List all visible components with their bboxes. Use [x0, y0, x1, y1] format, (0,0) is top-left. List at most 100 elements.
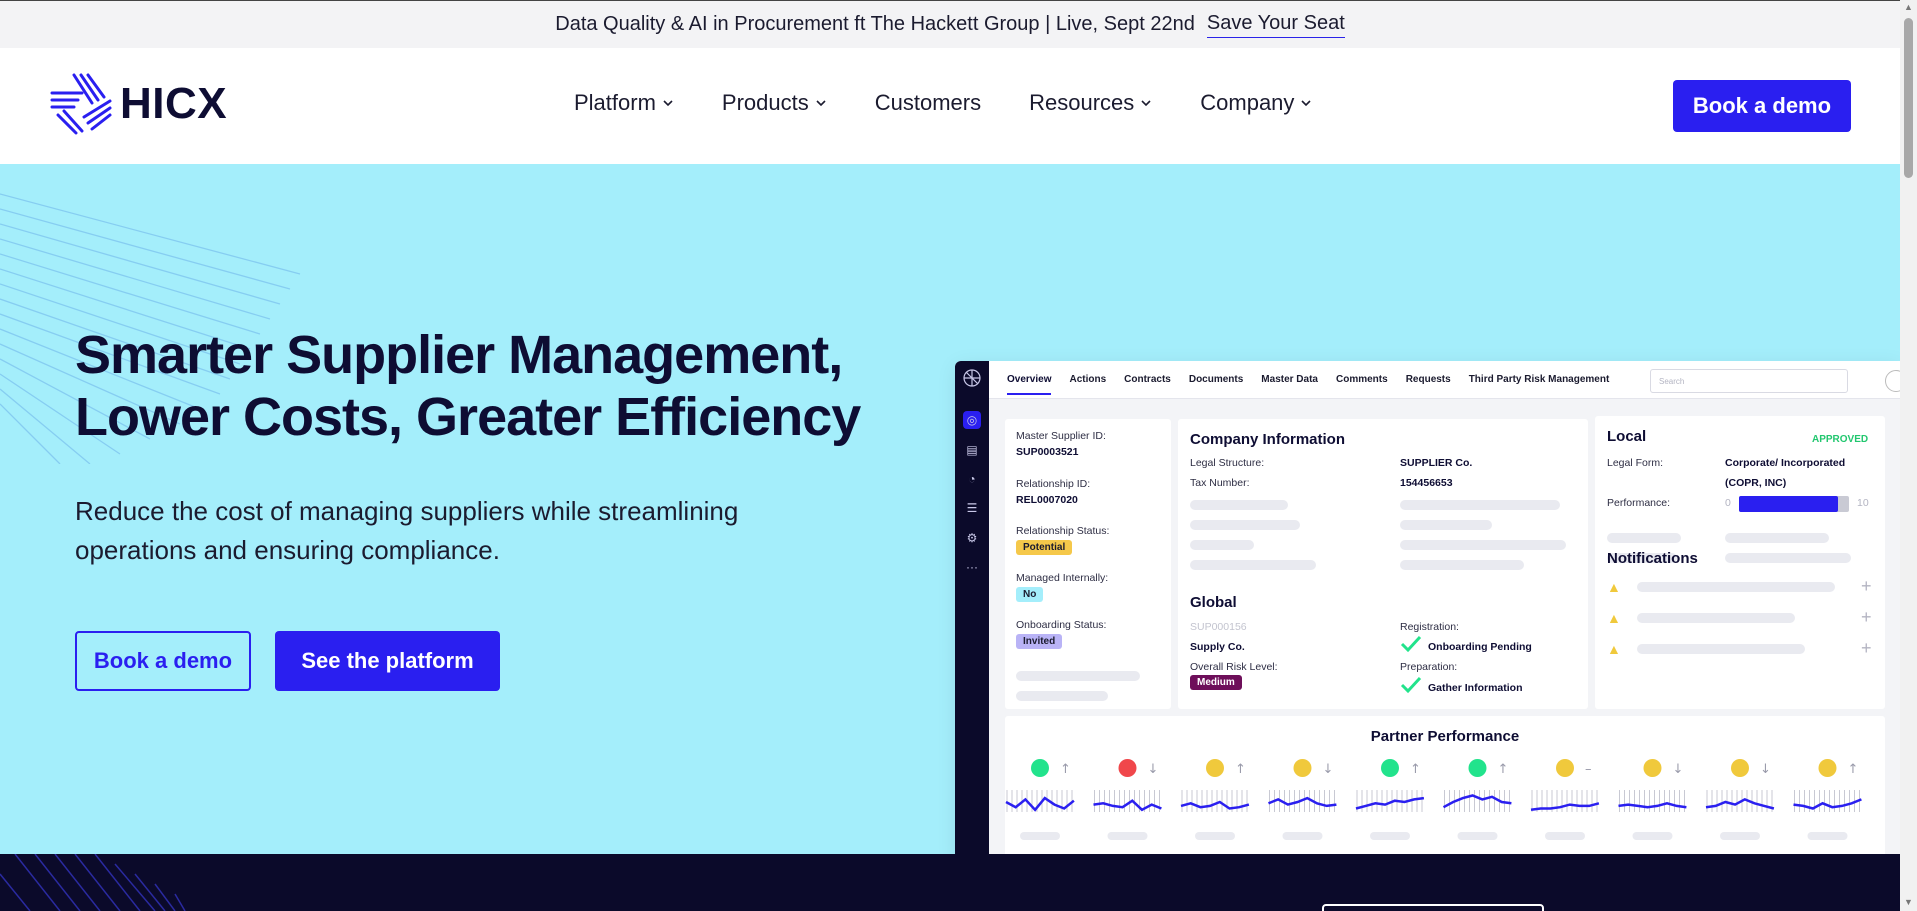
footer-button-outline[interactable]	[1322, 904, 1544, 911]
performance-max: 10	[1857, 497, 1869, 509]
partner-item: ↓	[1618, 759, 1687, 840]
book-demo-nav-button[interactable]: Book a demo	[1673, 80, 1851, 132]
status-dot	[1731, 759, 1749, 777]
registration-label: Registration:	[1400, 621, 1459, 633]
partner-item: ↑	[1442, 759, 1512, 840]
hero-section: Smarter Supplier Management, Lower Costs…	[0, 164, 1900, 854]
sparkline	[1268, 796, 1337, 808]
more-icon[interactable]: ···	[963, 558, 981, 576]
sparkline	[1093, 799, 1162, 812]
legal-structure-label: Legal Structure:	[1190, 457, 1265, 469]
tax-number-label: Tax Number:	[1190, 477, 1250, 489]
save-seat-link[interactable]: Save Your Seat	[1206, 12, 1345, 38]
nav-item-platform[interactable]: Platform	[574, 90, 674, 116]
partner-item: ↑	[1793, 759, 1862, 840]
scroll-down-icon[interactable]: ▼	[1904, 897, 1913, 907]
hicx-logo-icon	[50, 73, 112, 135]
notifications-card: Notifications ▲ + ▲ + ▲ +	[1595, 538, 1885, 709]
sparkline	[1618, 802, 1687, 809]
trend-arrow-icon: ↓	[1760, 762, 1771, 777]
status-dot	[1293, 759, 1312, 777]
relationship-status-label: Relationship Status:	[1016, 525, 1110, 537]
preparation-label: Preparation:	[1400, 661, 1458, 673]
sparkline	[1442, 794, 1512, 809]
book-demo-button[interactable]: Book a demo	[75, 631, 251, 691]
announcement-banner: Data Quality & AI in Procurement ft The …	[0, 0, 1900, 48]
status-dot	[1556, 759, 1574, 777]
tab-third-party-risk[interactable]: Third Party Risk Management	[1469, 374, 1610, 395]
nav-menu: Platform Products Customers Resources Co…	[574, 90, 1312, 116]
performance-label: Performance:	[1607, 497, 1671, 509]
tax-number-value: 154456653	[1400, 477, 1453, 489]
trend-arrow-icon: –	[1585, 762, 1592, 777]
sparkline	[1793, 798, 1862, 810]
status-dot	[1381, 759, 1399, 777]
managed-badge: No	[1016, 587, 1044, 602]
plus-icon[interactable]: +	[1861, 607, 1872, 628]
onboarding-status-label: Onboarding Status:	[1016, 619, 1107, 631]
sparkline	[1705, 798, 1775, 810]
partner-item: ↓	[1268, 759, 1337, 840]
trend-arrow-icon: ↑	[1848, 762, 1859, 777]
tab-contracts[interactable]: Contracts	[1124, 374, 1171, 395]
app-sidebar: ◎ ▤ ◔ ☰ ⚙ ···	[955, 361, 989, 854]
see-platform-button[interactable]: See the platform	[275, 631, 500, 691]
partner-performance-title: Partner Performance	[1370, 728, 1520, 745]
plus-icon[interactable]: +	[1861, 576, 1872, 597]
tab-comments[interactable]: Comments	[1336, 374, 1388, 395]
global-title: Global	[1190, 594, 1237, 611]
tab-actions[interactable]: Actions	[1069, 374, 1106, 395]
company-info-title: Company Information	[1190, 431, 1346, 448]
nav-item-company[interactable]: Company	[1200, 90, 1312, 116]
hero-title-line1: Smarter Supplier Management,	[75, 325, 843, 385]
relationship-id-value: REL0007020	[1016, 494, 1078, 506]
logo[interactable]: HICX	[48, 73, 227, 135]
checklist-icon[interactable]: ☰	[963, 499, 981, 517]
tab-master-data[interactable]: Master Data	[1261, 374, 1318, 395]
trend-arrow-icon: ↓	[1673, 762, 1684, 777]
approved-badge: APPROVED	[1812, 434, 1869, 445]
book-icon[interactable]: ▤	[963, 441, 981, 459]
partner-item: –	[1530, 759, 1600, 840]
tab-documents[interactable]: Documents	[1189, 374, 1243, 395]
partner-item: ↓	[1093, 759, 1162, 840]
status-dot	[1031, 759, 1049, 777]
supplier-summary-card: Master Supplier ID: SUP0003521 Relations…	[1005, 419, 1171, 709]
gauge-icon[interactable]: ◔	[963, 470, 981, 488]
onboarding-badge: Invited	[1016, 634, 1063, 649]
master-id-value: SUP0003521	[1016, 446, 1079, 458]
company-info-card: Company Information Legal Structure: SUP…	[1178, 419, 1588, 709]
check-icon	[1400, 635, 1422, 653]
gear-icon[interactable]: ⚙	[963, 529, 981, 547]
app-search-input[interactable]: Search	[1650, 369, 1848, 393]
nav-item-products[interactable]: Products	[722, 90, 827, 116]
app-logo-icon	[963, 369, 981, 387]
globe-icon[interactable]: ◎	[963, 411, 981, 429]
status-dot	[1468, 759, 1487, 777]
avatar[interactable]	[1885, 370, 1900, 392]
sparkline	[1180, 800, 1250, 810]
bell-icon: ▲	[1607, 610, 1621, 626]
legal-form-value-2: (COPR, INC)	[1725, 477, 1787, 489]
trend-arrow-icon: ↑	[1410, 762, 1421, 777]
plus-icon[interactable]: +	[1861, 638, 1872, 659]
bell-icon: ▲	[1607, 579, 1621, 595]
nav-item-resources[interactable]: Resources	[1029, 90, 1152, 116]
status-dot	[1643, 759, 1662, 777]
nav-item-label: Customers	[874, 90, 982, 115]
bell-icon: ▲	[1607, 641, 1621, 657]
scroll-up-icon[interactable]: ▲	[1904, 2, 1913, 12]
nav-item-customers[interactable]: Customers	[875, 90, 981, 116]
trend-arrow-icon: ↓	[1148, 762, 1159, 777]
scroll-thumb[interactable]	[1904, 18, 1913, 178]
tab-overview[interactable]: Overview	[1007, 374, 1052, 395]
tab-requests[interactable]: Requests	[1406, 374, 1451, 395]
decorative-lines	[0, 854, 186, 911]
partner-sparklines: ↑ ↓ ↑ ↓ ↑ ↑ – ↓ ↓ ↑	[1005, 759, 1862, 840]
banner-text: Data Quality & AI in Procurement ft The …	[555, 13, 1195, 35]
legal-form-value-1: Corporate/ Incorporated	[1725, 457, 1846, 469]
legal-structure-value: SUPPLIER Co.	[1400, 457, 1473, 469]
performance-bar-fill	[1739, 496, 1838, 512]
dark-section	[0, 854, 1900, 911]
scrollbar[interactable]: ▲ ▼	[1900, 0, 1917, 911]
